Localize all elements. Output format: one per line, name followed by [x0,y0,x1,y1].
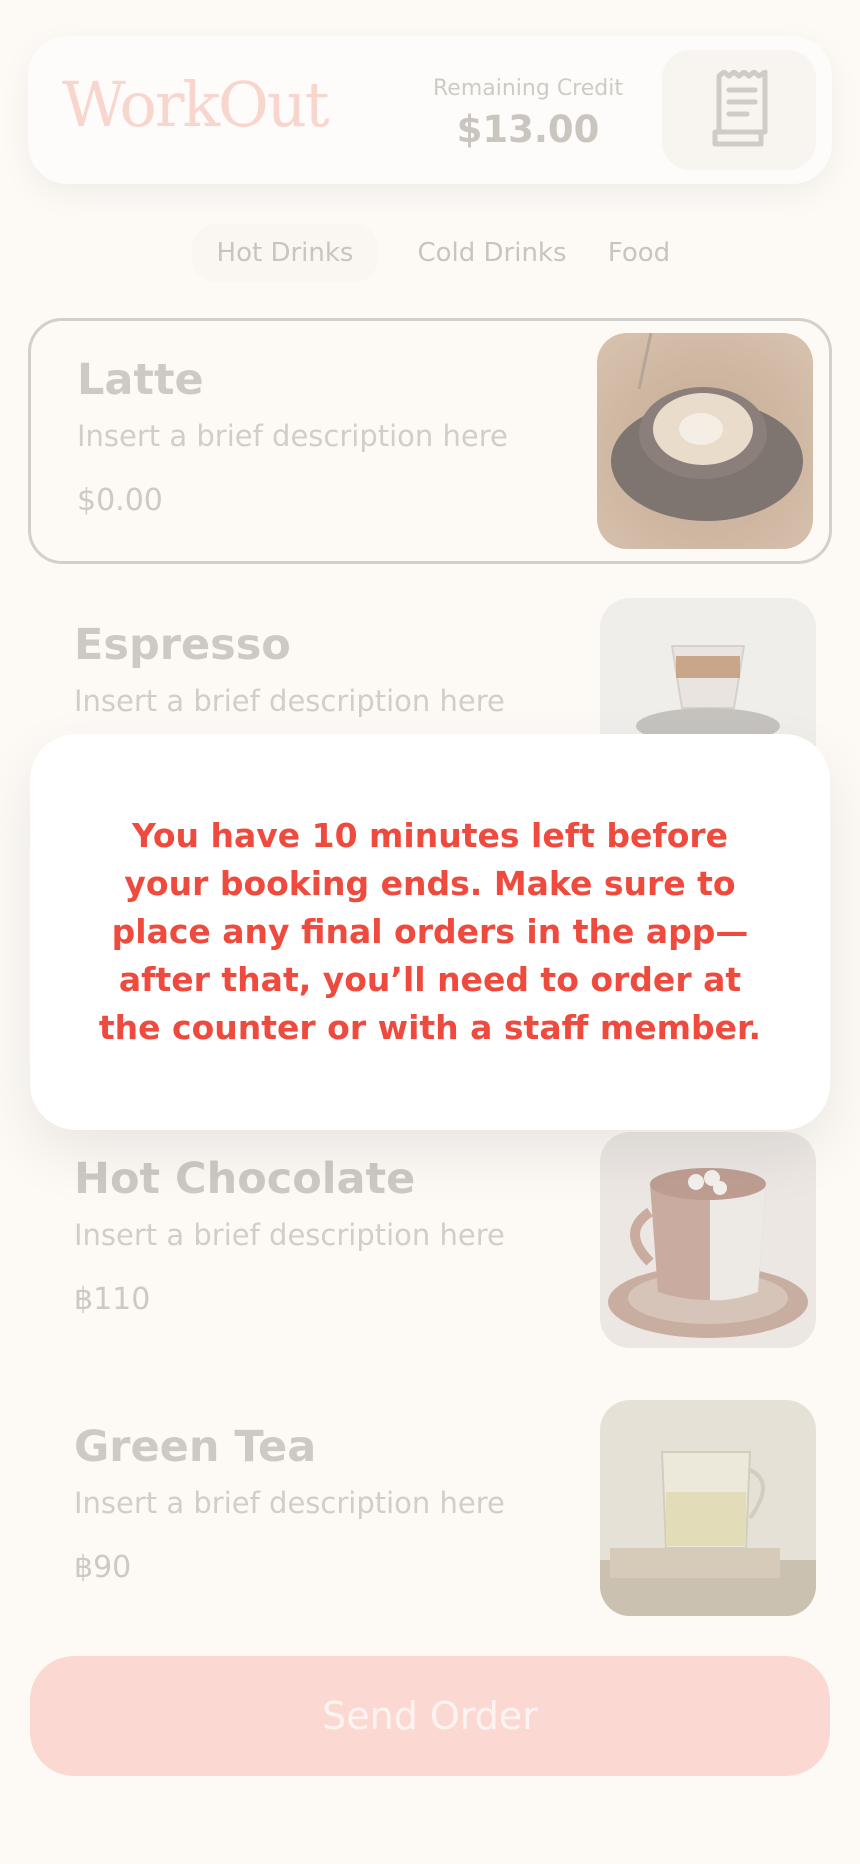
tab-cold-drinks[interactable]: Cold Drinks [400,224,584,282]
item-name: Hot Chocolate [74,1154,416,1204]
hot-chocolate-photo [600,1132,816,1348]
item-price: ฿110 [74,1282,151,1317]
receipt-button[interactable] [662,50,816,170]
tab-hot-drinks[interactable]: Hot Drinks [192,224,378,282]
booking-time-alert: You have 10 minutes left before your boo… [30,734,830,1130]
item-price: $0.00 [77,483,163,518]
item-price: ฿90 [74,1550,132,1585]
item-description: Insert a brief description here [74,1486,505,1520]
category-tabs: Hot Drinks Cold Drinks Food [0,224,860,284]
menu-screen: WorkOut Remaining Credit $13.00 Hot Drin… [0,0,860,1864]
menu-item-hot-chocolate[interactable]: Hot Chocolate Insert a brief description… [28,1120,832,1366]
item-description: Insert a brief description here [74,1218,505,1252]
item-description: Insert a brief description here [77,419,508,453]
app-header: WorkOut Remaining Credit $13.00 [28,36,832,184]
latte-photo [597,333,813,549]
receipt-icon [712,70,768,147]
send-order-button[interactable]: Send Order [30,1656,830,1776]
green-tea-photo [600,1400,816,1616]
credit-label: Remaining Credit [433,76,623,101]
tab-food[interactable]: Food [594,224,684,282]
item-description: Insert a brief description here [74,684,505,718]
item-name: Espresso [74,620,291,670]
alert-message: You have 10 minutes left before your boo… [98,816,762,1047]
item-name: Latte [77,355,204,405]
item-name: Green Tea [74,1422,317,1472]
menu-item-latte[interactable]: Latte Insert a brief description here $0… [28,318,832,564]
brand-logo: WorkOut [62,68,330,141]
menu-item-green-tea[interactable]: Green Tea Insert a brief description her… [28,1388,832,1634]
credit-value: $13.00 [456,108,600,151]
